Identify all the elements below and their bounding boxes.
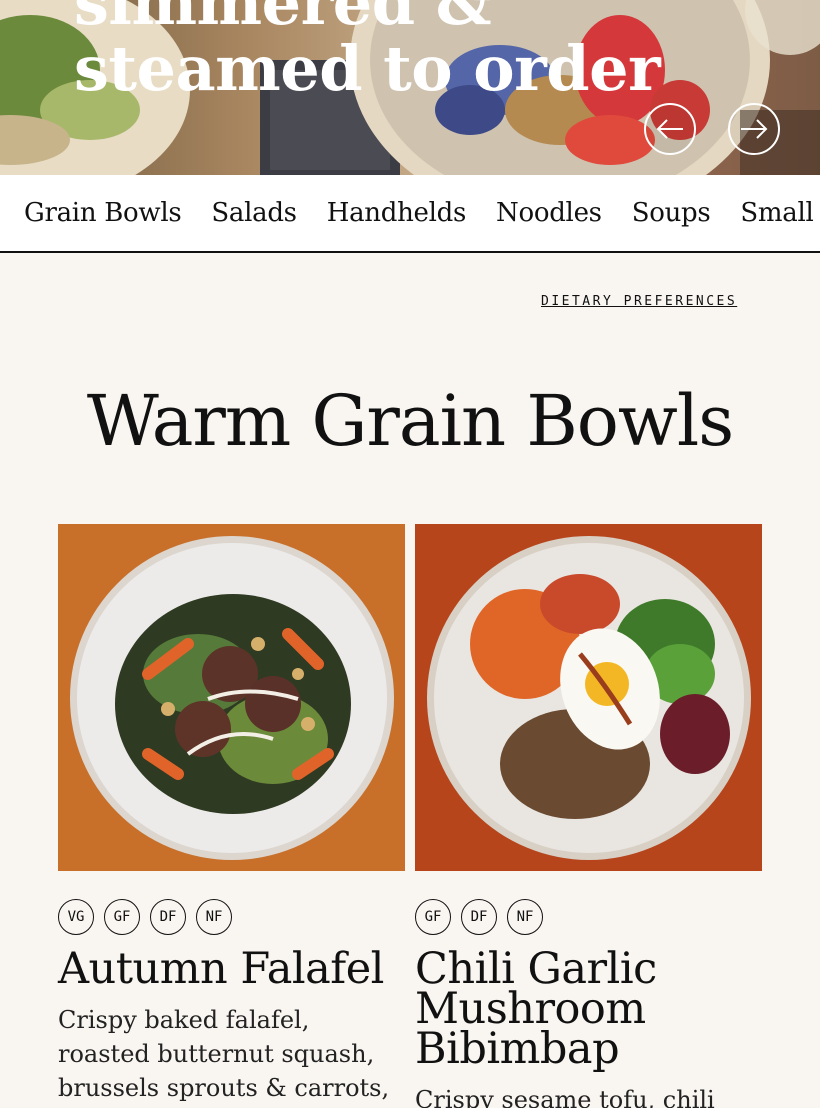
arrow-left-icon (656, 119, 683, 139)
category-small-bites[interactable]: Small Bite (740, 198, 820, 228)
product-description: Crispy sesame tofu, chili garlic (415, 1086, 715, 1108)
hero-title-line-1: simmered & (74, 0, 492, 39)
carousel-next-button[interactable] (728, 103, 780, 155)
product-image-bibimbap[interactable] (415, 524, 762, 871)
dietary-tag: GF (104, 899, 140, 935)
dietary-tags: GF DF NF (415, 899, 762, 935)
category-noodles[interactable]: Noodles (496, 198, 602, 228)
product-name[interactable]: Chili Garlic Mushroom Bibimbap (415, 948, 762, 1071)
dietary-tag: GF (415, 899, 451, 935)
dietary-tag: VG (58, 899, 94, 935)
product-image-autumn-falafel[interactable] (58, 524, 405, 871)
section-title: Warm Grain Bowls (86, 380, 734, 462)
product-card[interactable]: GF DF NF Chili Garlic Mushroom Bibimbap … (415, 524, 762, 1108)
category-soups[interactable]: Soups (632, 198, 711, 228)
category-grain-bowls[interactable]: Grain Bowls (24, 198, 182, 228)
arrow-right-icon (741, 119, 768, 139)
hero-title-line-2: steamed to order (74, 32, 661, 105)
category-nav: Grain Bowls Salads Handhelds Noodles Sou… (0, 175, 820, 253)
category-handhelds[interactable]: Handhelds (327, 198, 467, 228)
product-name[interactable]: Autumn Falafel (58, 948, 405, 991)
hero-banner: simmered & steamed to order (0, 0, 820, 175)
dietary-tag: NF (507, 899, 543, 935)
dietary-tag: DF (150, 899, 186, 935)
dietary-tag: DF (461, 899, 497, 935)
dietary-tag: NF (196, 899, 232, 935)
dietary-preferences-link[interactable]: DIETARY PREFERENCES (541, 294, 737, 309)
carousel-prev-button[interactable] (644, 103, 696, 155)
category-salads[interactable]: Salads (211, 198, 297, 228)
product-description: Crispy baked falafel, roasted butternut … (58, 1006, 390, 1102)
dietary-tags: VG GF DF NF (58, 899, 405, 935)
hero-title: simmered & steamed to order (74, 0, 661, 105)
product-card[interactable]: VG GF DF NF Autumn Falafel Crispy baked … (58, 524, 405, 1108)
